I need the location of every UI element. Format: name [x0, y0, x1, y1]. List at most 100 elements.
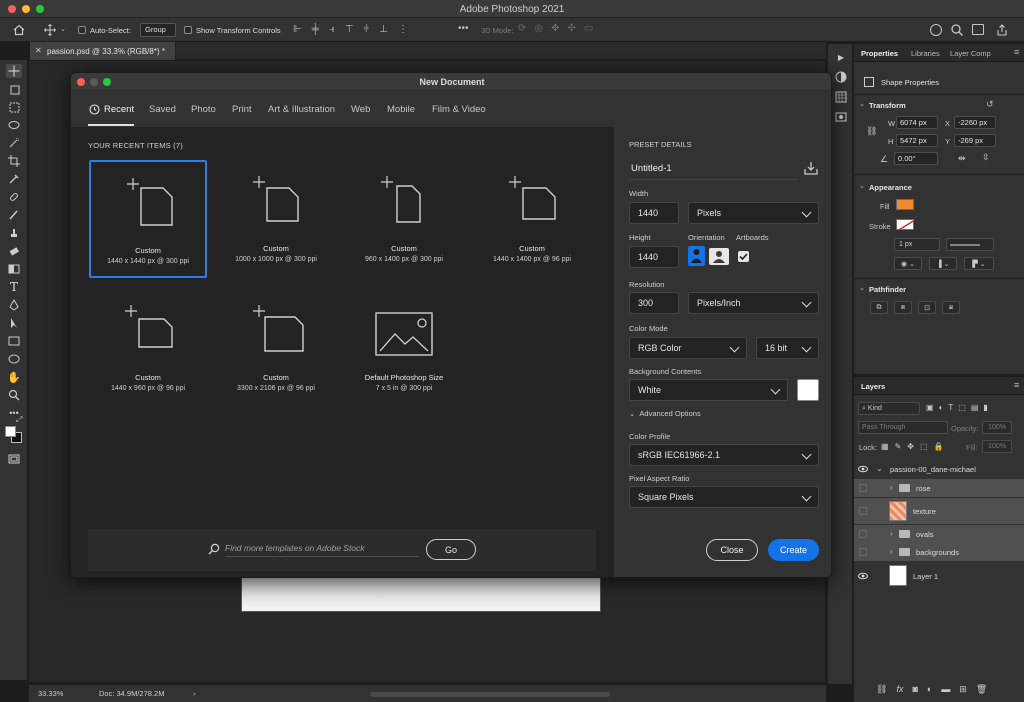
align-right-icon[interactable]: ⫣	[329, 25, 335, 37]
go-button[interactable]: Go	[426, 539, 476, 560]
filter-smart-object-icon[interactable]: ▤	[971, 403, 979, 412]
filter-shape-icon[interactable]: ⬚	[958, 403, 966, 412]
background-contents-dropdown[interactable]: White	[629, 379, 788, 401]
color-profile-dropdown[interactable]: sRGB IEC61966-2.1	[629, 444, 819, 466]
add-mask-icon[interactable]: ◙	[912, 684, 917, 695]
blend-mode-dropdown[interactable]: Pass Through	[858, 421, 948, 434]
background-color-swatch[interactable]	[797, 379, 819, 401]
preset-tile[interactable]: Custom 1440 x 960 px @ 96 ppi	[89, 289, 207, 407]
libraries-icon[interactable]	[834, 110, 848, 124]
roll-icon[interactable]: ◎	[534, 24, 543, 36]
delete-layer-icon[interactable]: 🗑	[976, 684, 987, 695]
stroke-type-dropdown[interactable]	[946, 238, 994, 251]
link-layers-icon[interactable]: ⛓	[876, 684, 887, 695]
stroke-caps-dropdown[interactable]: ▐ ⌄	[929, 257, 957, 270]
tab-print[interactable]: Print	[232, 104, 252, 115]
share-icon[interactable]	[996, 24, 1008, 36]
stroke-width-dropdown[interactable]: 1 px	[894, 238, 940, 251]
camera-icon[interactable]: ▭	[584, 24, 593, 36]
pathfinder-section-header[interactable]: Pathfinder	[869, 285, 906, 294]
layer-row[interactable]: ⌄ passion-00_dane-michael	[854, 460, 1024, 478]
chevron-right-icon[interactable]: ›	[890, 529, 893, 538]
visibility-eye-icon[interactable]	[858, 464, 868, 474]
show-transform-checkbox[interactable]	[184, 26, 192, 34]
preset-tile[interactable]: Custom 3300 x 2106 px @ 96 ppi	[217, 289, 335, 407]
width-input[interactable]: 1440	[629, 202, 679, 224]
chevron-down-icon[interactable]: ⌄	[60, 25, 66, 35]
filter-adjustment-icon[interactable]: ◐	[939, 403, 944, 412]
visibility-empty[interactable]	[859, 507, 867, 515]
swatches-icon[interactable]	[834, 90, 848, 104]
chevron-down-icon[interactable]: ⌄	[859, 100, 865, 108]
save-preset-icon[interactable]	[804, 161, 818, 175]
height-field[interactable]: 5472 px	[896, 134, 938, 147]
intersect-shape-button[interactable]: ⊡	[918, 301, 936, 314]
gradient-tool-icon[interactable]	[6, 262, 22, 276]
more-options-icon[interactable]: •••	[458, 24, 469, 34]
layer-filter-dropdown[interactable]: ⌕ Kind	[858, 402, 920, 415]
preset-tile[interactable]: Custom 1440 x 1400 px @ 96 ppi	[473, 160, 591, 278]
align-center-icon[interactable]: ╪	[312, 25, 319, 37]
chevron-down-icon[interactable]: ⌄	[859, 182, 865, 190]
align-left-icon[interactable]: ⊩	[293, 25, 302, 37]
tab-recent[interactable]: Recent	[104, 104, 134, 115]
artboard-tool-icon[interactable]	[6, 82, 22, 96]
filter-type-icon[interactable]: T	[948, 403, 953, 412]
height-input[interactable]: 1440	[629, 246, 679, 268]
screen-mode-icon[interactable]	[6, 452, 22, 466]
auto-select-checkbox[interactable]	[78, 26, 86, 34]
orbit-icon[interactable]: ⟳	[518, 24, 526, 36]
fill-color-swatch[interactable]	[896, 199, 914, 210]
home-icon[interactable]	[13, 24, 25, 36]
tab-film-video[interactable]: Film & Video	[432, 104, 486, 115]
align-bottom-icon[interactable]: ⊥	[379, 25, 388, 37]
stock-search-input[interactable]	[225, 540, 419, 557]
chevron-down-icon[interactable]: ⌄	[859, 284, 865, 292]
zoom-level[interactable]: 33.33%	[38, 689, 63, 698]
eraser-tool-icon[interactable]	[6, 244, 22, 258]
resolution-unit-dropdown[interactable]: Pixels/Inch	[688, 292, 819, 314]
cloud-docs-icon[interactable]	[930, 24, 942, 36]
tab-art-illustration[interactable]: Art & Illustration	[268, 104, 335, 115]
chevron-down-icon[interactable]: ⌄	[876, 464, 883, 473]
visibility-empty[interactable]	[859, 484, 867, 492]
reset-transform-icon[interactable]: ↺	[986, 99, 994, 110]
tab-photo[interactable]: Photo	[191, 104, 216, 115]
exclude-overlap-button[interactable]: ⧆	[942, 301, 960, 314]
move-tool-icon[interactable]	[44, 24, 56, 36]
flip-horizontal-icon[interactable]: ⇹	[958, 153, 966, 164]
swap-colors-icon[interactable]: ⤢	[16, 415, 22, 425]
document-canvas[interactable]	[241, 574, 601, 612]
auto-select-dropdown[interactable]: Group	[140, 23, 176, 37]
combine-shapes-button[interactable]: ⧉	[870, 301, 888, 314]
search-icon[interactable]	[950, 23, 964, 37]
lock-all-icon[interactable]: 🔒	[934, 442, 944, 451]
horizontal-scrollbar[interactable]	[370, 692, 610, 697]
lock-artboard-icon[interactable]: ⬚	[920, 442, 928, 451]
foreground-color-swatch[interactable]	[5, 426, 16, 437]
angle-field[interactable]: 0.00°	[894, 152, 938, 165]
appearance-section-header[interactable]: Appearance	[869, 183, 912, 192]
landscape-orientation-button[interactable]	[709, 248, 729, 265]
layer-row[interactable]: › ovals	[854, 525, 1024, 543]
layer-row[interactable]: texture	[854, 498, 1024, 524]
tab-web[interactable]: Web	[351, 104, 370, 115]
chevron-right-icon[interactable]: ›	[890, 483, 893, 492]
x-field[interactable]: -2260 px	[954, 116, 996, 129]
layer-style-icon[interactable]: fx	[896, 684, 903, 695]
lasso-tool-icon[interactable]	[6, 118, 22, 132]
fill-field[interactable]: 100%	[982, 440, 1012, 453]
opacity-field[interactable]: 100%	[982, 421, 1012, 434]
marquee-tool-icon[interactable]	[6, 100, 22, 114]
tab-layer-comps[interactable]: Layer Comp	[950, 49, 991, 58]
panel-menu-icon[interactable]: ≡	[1014, 380, 1019, 390]
chevron-right-icon[interactable]: ›	[193, 689, 196, 698]
pixel-aspect-dropdown[interactable]: Square Pixels	[629, 486, 819, 508]
link-icon[interactable]: ⛓	[866, 126, 877, 137]
path-selection-icon[interactable]	[6, 316, 22, 330]
preset-tile[interactable]: Custom 1440 x 1440 px @ 300 ppi	[89, 160, 207, 278]
close-tab-icon[interactable]: ✕	[35, 46, 42, 55]
move-tool-icon[interactable]	[6, 64, 22, 78]
zoom-tool-icon[interactable]	[6, 388, 22, 402]
hand-tool-icon[interactable]: ✋	[6, 370, 22, 384]
